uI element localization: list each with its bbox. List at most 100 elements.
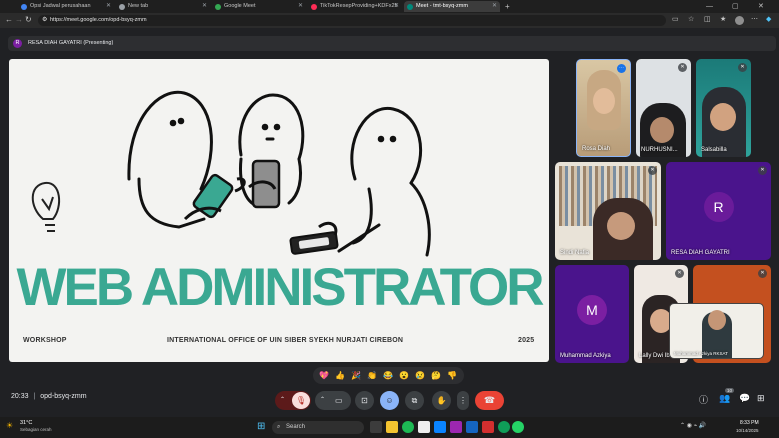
captions-button[interactable]: ⊡ xyxy=(355,391,374,410)
close-tab-icon[interactable]: ✕ xyxy=(298,1,303,12)
participant-tile[interactable]: R ✕ RESA DIAH GAYATRI xyxy=(666,162,771,260)
favorites-icon[interactable]: ★ xyxy=(720,15,726,23)
reaction-thinking[interactable]: 🤔 xyxy=(431,370,441,381)
tab-1[interactable]: Opsi Jadwal perusahaan ✕ xyxy=(18,1,114,12)
minimize-icon[interactable]: — xyxy=(704,1,718,12)
url-field[interactable]: ⚙ https://meet.google.com/opd-bsyq-zmm xyxy=(38,15,666,26)
people-count-badge: 10 xyxy=(725,388,735,393)
maximize-icon[interactable]: ▢ xyxy=(730,1,744,12)
tab-2[interactable]: New tab ✕ xyxy=(116,1,210,12)
leave-call-button[interactable]: ☎ xyxy=(475,391,504,410)
taskbar-search[interactable]: ⌕ Search xyxy=(272,421,364,434)
reload-icon[interactable]: ↻ xyxy=(25,15,32,24)
reaction-clap[interactable]: 👏 xyxy=(367,370,377,381)
more-options-button[interactable]: ⋮ xyxy=(457,391,469,410)
person-right-drawing xyxy=(337,106,431,257)
info-icon[interactable]: ⓘ xyxy=(699,393,708,406)
chevron-up-icon[interactable]: ⌃ xyxy=(280,391,285,410)
participant-tile[interactable]: M Muhammad Azkiya xyxy=(555,265,629,363)
reaction-thumbs-down[interactable]: 👎 xyxy=(447,370,457,381)
meeting-time: 20:33 xyxy=(11,393,29,400)
reaction-laugh[interactable]: 😂 xyxy=(383,370,393,381)
spotify-icon[interactable] xyxy=(402,421,414,433)
camera-button[interactable]: ⌃ ▭ xyxy=(315,391,351,410)
shared-slide: WEB ADMINISTRATOR WORKSHOP INTERNATIONAL… xyxy=(9,59,549,362)
search-icon: ⌕ xyxy=(277,424,281,430)
windows-taskbar: ☀ 31°C Sebagian cerah ⊞ ⌕ Search ⌃ ◉ ⌁ 🔊… xyxy=(0,417,779,438)
system-tray-icons[interactable]: ⌃ ◉ ⌁ 🔊 xyxy=(680,422,706,429)
more-vert-icon: ⋮ xyxy=(459,396,467,405)
raise-hand-button[interactable]: ✋ xyxy=(432,391,451,410)
close-tab-icon[interactable]: ✕ xyxy=(492,1,497,12)
mic-button[interactable]: ⌃ 🎙 xyxy=(275,391,311,410)
edge-icon[interactable] xyxy=(498,421,510,433)
participant-tile[interactable]: ⋯ Rosa Diah xyxy=(576,59,631,157)
reaction-surprised[interactable]: 😮 xyxy=(399,370,409,381)
participant-tile[interactable]: ✕ Sindi Nafia xyxy=(555,162,661,260)
phone-green-icon xyxy=(183,173,246,221)
split-screen-icon[interactable]: ◫ xyxy=(704,15,711,23)
tab-favicon-icon xyxy=(215,3,221,10)
participant-avatar: M xyxy=(577,295,607,325)
forward-icon[interactable]: → xyxy=(15,15,23,24)
chat-icon[interactable]: 💬 xyxy=(739,393,750,404)
mic-off-icon: ✕ xyxy=(678,63,687,72)
app-icon[interactable] xyxy=(450,421,462,433)
self-view-tile[interactable]: Muhammad Azkiya RKSAT xyxy=(669,303,764,359)
reaction-heart[interactable]: 💖 xyxy=(319,370,329,381)
emoji-icon: ☺ xyxy=(385,396,394,405)
windows-start-icon[interactable]: ⊞ xyxy=(257,421,265,433)
tab-favicon-icon xyxy=(407,3,413,10)
lightbulb-icon xyxy=(31,181,61,232)
profile-avatar[interactable] xyxy=(735,16,744,25)
people-icon[interactable]: 👥 xyxy=(719,393,730,404)
mic-off-icon: ✕ xyxy=(675,269,684,278)
close-tab-icon[interactable]: ✕ xyxy=(202,1,207,12)
site-info-icon[interactable]: ⚙ xyxy=(42,15,47,26)
participant-tile[interactable]: ✕ NURHUSNI... xyxy=(636,59,691,157)
close-tab-icon[interactable]: ✕ xyxy=(394,1,399,12)
more-options-icon[interactable]: ⋯ xyxy=(617,64,626,73)
mic-off-icon[interactable]: 🎙 xyxy=(292,392,310,409)
notepad-icon[interactable] xyxy=(418,421,430,433)
camera-icon[interactable]: ▭ xyxy=(335,391,343,410)
meeting-code: opd-bsyq-zmm xyxy=(40,393,87,400)
whatsapp-icon[interactable] xyxy=(512,421,524,433)
emoji-button[interactable]: ☺ xyxy=(380,391,399,410)
tab-3[interactable]: Google Meet ✕ xyxy=(212,1,306,12)
reaction-sad[interactable]: 😢 xyxy=(415,370,425,381)
copilot-icon[interactable]: ◆ xyxy=(766,15,771,23)
mic-off-icon: ✕ xyxy=(648,166,657,175)
activities-icon[interactable]: ⊞ xyxy=(757,393,765,404)
weather-icon[interactable]: ☀ xyxy=(6,421,13,430)
present-button[interactable]: ⧉ xyxy=(405,391,424,410)
back-icon[interactable]: ← xyxy=(5,15,13,24)
mic-off-icon: ✕ xyxy=(738,63,747,72)
task-view-icon[interactable] xyxy=(370,421,382,433)
present-icon: ⧉ xyxy=(411,396,418,405)
participant-tile[interactable]: ✕ Salsabilla xyxy=(696,59,751,157)
reaction-thumbs-up[interactable]: 👍 xyxy=(335,370,345,381)
slide-illustration xyxy=(31,90,431,257)
chevron-up-icon[interactable]: ⌃ xyxy=(320,391,325,410)
tab-4[interactable]: TikTokResepProviding+KDFx25 ✕ xyxy=(308,1,402,12)
cast-icon[interactable]: ▭ xyxy=(672,15,679,23)
word-icon[interactable] xyxy=(466,421,478,433)
presenting-banner: R RESA DIAH GAYATRI (Presenting) xyxy=(8,36,776,51)
file-explorer-icon[interactable] xyxy=(386,421,398,433)
tab-favicon-icon xyxy=(119,3,125,10)
tab-favicon-icon xyxy=(21,3,27,10)
clock-date: 10/14/2025 xyxy=(736,428,759,433)
new-tab-button[interactable]: + xyxy=(502,1,516,12)
close-window-icon[interactable]: ✕ xyxy=(756,1,770,12)
app-icon[interactable] xyxy=(434,421,446,433)
slide-footer-center: INTERNATIONAL OFFICE OF UIN SIBER SYEKH … xyxy=(167,337,404,344)
reaction-party[interactable]: 🎉 xyxy=(351,370,361,381)
hangup-icon: ☎ xyxy=(483,395,496,405)
app-icon[interactable] xyxy=(482,421,494,433)
more-menu-icon[interactable]: ⋯ xyxy=(751,15,758,23)
reactions-bar: 💖 👍 🎉 👏 😂 😮 😢 🤔 👎 xyxy=(313,367,464,384)
bookmark-star-icon[interactable]: ☆ xyxy=(688,15,694,23)
tab-5-active[interactable]: Meet - tmt-bsyq-zmm ✕ xyxy=(404,1,500,12)
close-tab-icon[interactable]: ✕ xyxy=(106,1,111,12)
